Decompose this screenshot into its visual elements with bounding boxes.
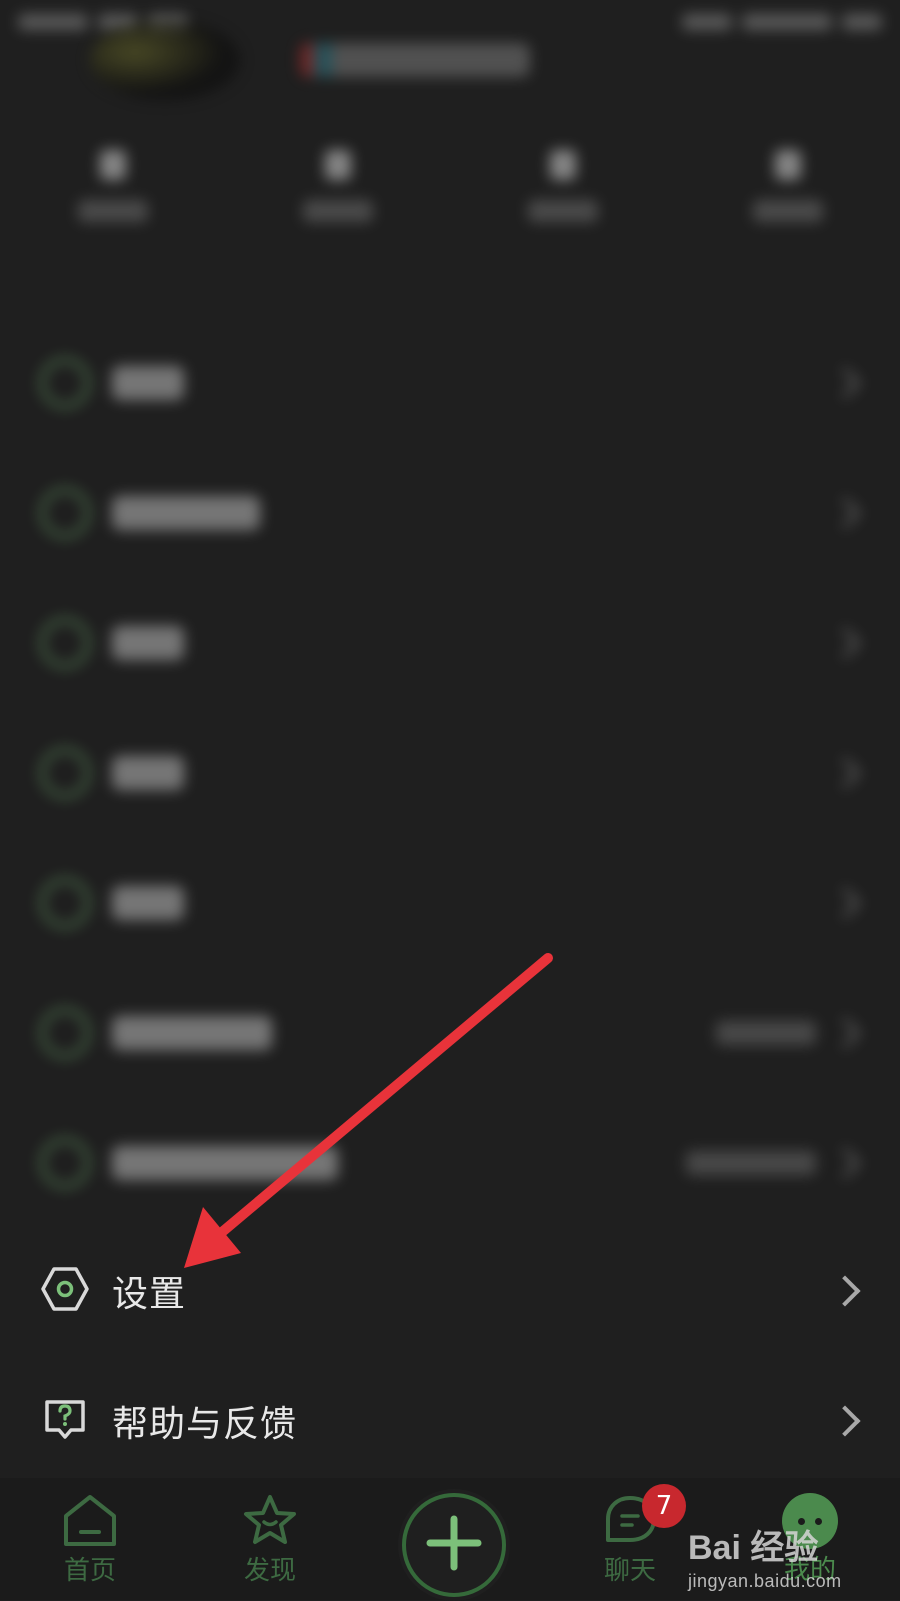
stats-row <box>0 150 900 260</box>
tab-home-label: 首页 <box>63 1556 116 1586</box>
chevron-right-icon <box>829 757 861 789</box>
settings-row[interactable]: 设置 <box>0 1226 900 1356</box>
row-icon <box>40 618 90 668</box>
chat-unread-badge: 7 <box>642 1484 686 1528</box>
chevron-right-icon <box>829 1275 861 1307</box>
help-feedback-label: 帮助与反馈 <box>112 1404 298 1445</box>
stat-item[interactable] <box>728 150 848 260</box>
plus-icon <box>426 1515 482 1575</box>
status-right <box>682 14 882 30</box>
row-label <box>112 496 260 530</box>
row-label <box>112 626 184 660</box>
tab-discover-label: 发现 <box>243 1556 296 1586</box>
menu-list <box>0 318 900 1228</box>
chevron-right-icon <box>829 497 861 529</box>
row-label <box>112 756 184 790</box>
create-button-wrap <box>398 1489 510 1601</box>
avatar[interactable] <box>90 20 240 100</box>
network-speed <box>742 14 832 30</box>
row-value <box>716 1021 816 1045</box>
menu-row[interactable] <box>0 708 900 838</box>
row-icon <box>40 1138 90 1188</box>
row-icon <box>40 748 90 798</box>
row-icon <box>40 878 90 928</box>
row-icon <box>40 488 90 538</box>
chevron-right-icon <box>829 367 861 399</box>
stat-item[interactable] <box>278 150 398 260</box>
watermark-brand: Bai 经验 <box>688 1529 819 1567</box>
chevron-right-icon <box>829 1147 861 1179</box>
menu-row[interactable] <box>0 838 900 968</box>
signal-icon <box>682 14 732 30</box>
row-label <box>112 1146 338 1180</box>
tab-discover[interactable]: 发现 <box>180 1492 360 1586</box>
settings-label: 设置 <box>112 1274 187 1315</box>
house-icon <box>60 1492 120 1550</box>
create-button[interactable] <box>402 1493 506 1597</box>
stat-item[interactable] <box>503 150 623 260</box>
row-label <box>112 1016 272 1050</box>
clock <box>18 14 88 30</box>
hexagon-gear-icon <box>40 1264 90 1318</box>
question-bubble-icon <box>40 1394 90 1448</box>
row-value <box>686 1151 816 1175</box>
chevron-right-icon <box>829 1017 861 1049</box>
baidu-jingyan-watermark: Bai 经验 jingyan.baidu.com <box>688 1520 888 1596</box>
row-icon <box>40 358 90 408</box>
tab-chat-label: 聊天 <box>603 1556 656 1586</box>
profile-header[interactable] <box>90 20 530 100</box>
menu-row[interactable] <box>0 448 900 578</box>
watermark-url: jingyan.baidu.com <box>688 1571 842 1591</box>
row-label <box>112 886 184 920</box>
row-label <box>112 366 184 400</box>
battery-icon <box>842 14 882 30</box>
menu-row[interactable] <box>0 1098 900 1228</box>
tab-home[interactable]: 首页 <box>0 1492 180 1586</box>
menu-row[interactable] <box>0 578 900 708</box>
help-feedback-row[interactable]: 帮助与反馈 <box>0 1356 900 1486</box>
chevron-right-icon <box>829 1405 861 1437</box>
menu-row[interactable] <box>0 318 900 448</box>
username <box>300 43 530 77</box>
stat-item[interactable] <box>53 150 173 260</box>
chevron-right-icon <box>829 627 861 659</box>
star-icon <box>240 1492 300 1550</box>
menu-row[interactable] <box>0 968 900 1098</box>
row-icon <box>40 1008 90 1058</box>
chevron-right-icon <box>829 887 861 919</box>
